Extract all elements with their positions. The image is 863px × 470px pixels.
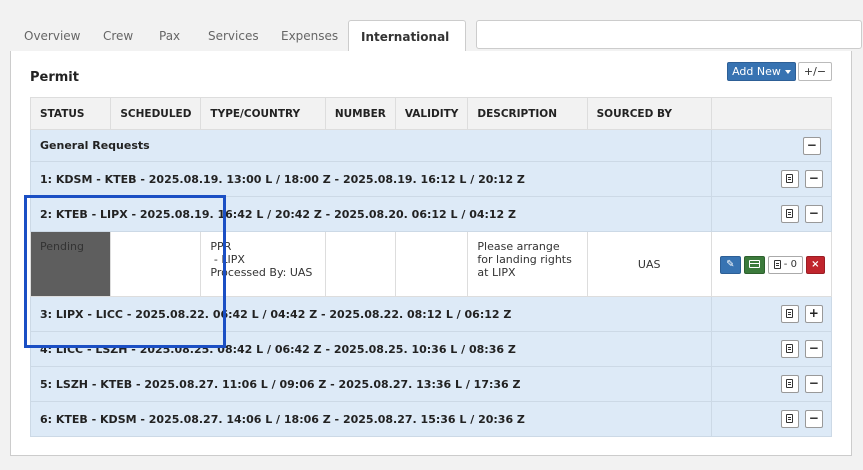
processed-by: Processed By: UAS [210,266,313,279]
col-number: NUMBER [324,97,396,130]
leg-row: 4: LICC - LSZH - 2025.08.25. 08:42 L / 0… [30,331,833,367]
validity-cell [394,231,469,297]
table-header-row: STATUS SCHEDULED TYPE/COUNTRY NUMBER VAL… [29,97,833,130]
leg-row: 3: LIPX - LICC - 2025.08.22. 06:42 L / 0… [30,296,833,332]
add-new-label: Add New [732,65,781,78]
document-button[interactable] [780,205,799,223]
chevron-down-icon [784,70,791,74]
status-badge: Pending [29,231,112,297]
tab-international-label: International [361,30,450,44]
tab-expenses[interactable]: Expenses [269,20,350,52]
page-title: Permit [30,70,79,85]
description-cell: Please arrange for landing rights at LIP… [467,231,588,297]
leg-label: 5: LSZH - KTEB - 2025.08.27. 11:06 L / 0… [30,366,712,402]
tab-pax[interactable]: Pax [147,20,192,52]
group-label: General Requests [30,129,712,162]
leg-row: 1: KDSM - KTEB - 2025.08.19. 13:00 L / 1… [30,161,833,197]
permit-table: STATUS SCHEDULED TYPE/COUNTRY NUMBER VAL… [29,97,833,437]
collapse-button[interactable]: − [802,136,821,155]
edit-button[interactable]: ✎ [719,256,741,274]
leg-toggle-button[interactable]: − [804,375,823,393]
expand-collapse-all-button[interactable]: +/− [798,62,832,81]
permit-country: - LIPX [210,253,245,266]
document-icon [786,209,794,218]
leg-actions: − [710,401,833,437]
scheduled-cell [110,231,202,297]
tab-overview[interactable]: Overview [12,20,93,52]
tab-crew[interactable]: Crew [91,20,145,52]
document-button[interactable] [780,410,799,428]
col-actions [710,97,833,130]
permit-type: PPR [210,240,232,253]
leg-row: 2: KTEB - LIPX - 2025.08.19. 16:42 L / 2… [30,196,833,232]
document-button[interactable] [780,305,799,323]
leg-actions: − [710,196,833,232]
close-icon: × [811,259,820,270]
document-icon [786,309,794,318]
col-description: DESCRIPTION [467,97,588,130]
document-icon [786,344,794,353]
leg-actions: − [710,161,833,197]
document-button[interactable] [780,375,799,393]
delete-button[interactable]: × [805,256,825,274]
document-button[interactable] [780,170,799,188]
leg-label: 1: KDSM - KTEB - 2025.08.19. 13:00 L / 1… [30,161,712,197]
leg-toggle-button[interactable]: − [804,410,823,428]
document-button[interactable] [780,340,799,358]
leg-toggle-button[interactable]: − [804,205,823,223]
group-actions: − [710,129,833,162]
leg-toggle-button[interactable]: − [804,340,823,358]
credit-card-icon [748,260,760,268]
col-scheduled: SCHEDULED [110,97,202,130]
col-sourced-by: SOURCED BY [586,97,712,130]
document-icon [773,259,781,269]
type-country-cell: PPR - LIPX Processed By: UAS [200,231,326,297]
leg-label: 4: LICC - LSZH - 2025.08.25. 08:42 L / 0… [30,331,712,367]
document-icon [786,174,794,183]
payment-button[interactable] [743,256,765,274]
col-status: STATUS [29,97,112,130]
leg-actions: − [710,331,833,367]
leg-row: 5: LSZH - KTEB - 2025.08.27. 11:06 L / 0… [30,366,833,402]
permit-actions: ✎ - 0 × [710,231,833,297]
tab-bar: Overview Crew Pax Services Expenses Inte… [10,20,862,72]
leg-label: 3: LIPX - LICC - 2025.08.22. 06:42 L / 0… [30,296,712,332]
tab-services[interactable]: Services [196,20,271,52]
leg-actions: − [710,366,833,402]
tab-international[interactable]: International [348,20,466,72]
col-validity: VALIDITY [394,97,469,130]
leg-label: 6: KTEB - KDSM - 2025.08.27. 14:06 L / 1… [30,401,712,437]
leg-actions: + [710,296,833,332]
number-cell [324,231,396,297]
leg-label: 2: KTEB - LIPX - 2025.08.19. 16:42 L / 2… [30,196,712,232]
leg-row: 6: KTEB - KDSM - 2025.08.27. 14:06 L / 1… [30,401,833,437]
col-type-country: TYPE/COUNTRY [200,97,326,130]
add-new-button[interactable]: Add New [727,62,796,81]
group-row-general: General Requests − [30,129,833,162]
permit-row: Pending PPR - LIPX Processed By: UAS Ple… [29,231,833,297]
pencil-icon: ✎ [726,259,735,270]
documents-button[interactable]: - 0 [767,256,803,274]
doc-count: 0 [790,259,797,270]
leg-toggle-button[interactable]: + [804,305,823,323]
leg-toggle-button[interactable]: − [804,170,823,188]
document-icon [786,379,794,388]
sourced-by-cell: UAS [586,231,712,297]
tab-bar-filler [476,20,862,49]
doc-count-separator: - [780,259,791,270]
document-icon [786,414,794,423]
